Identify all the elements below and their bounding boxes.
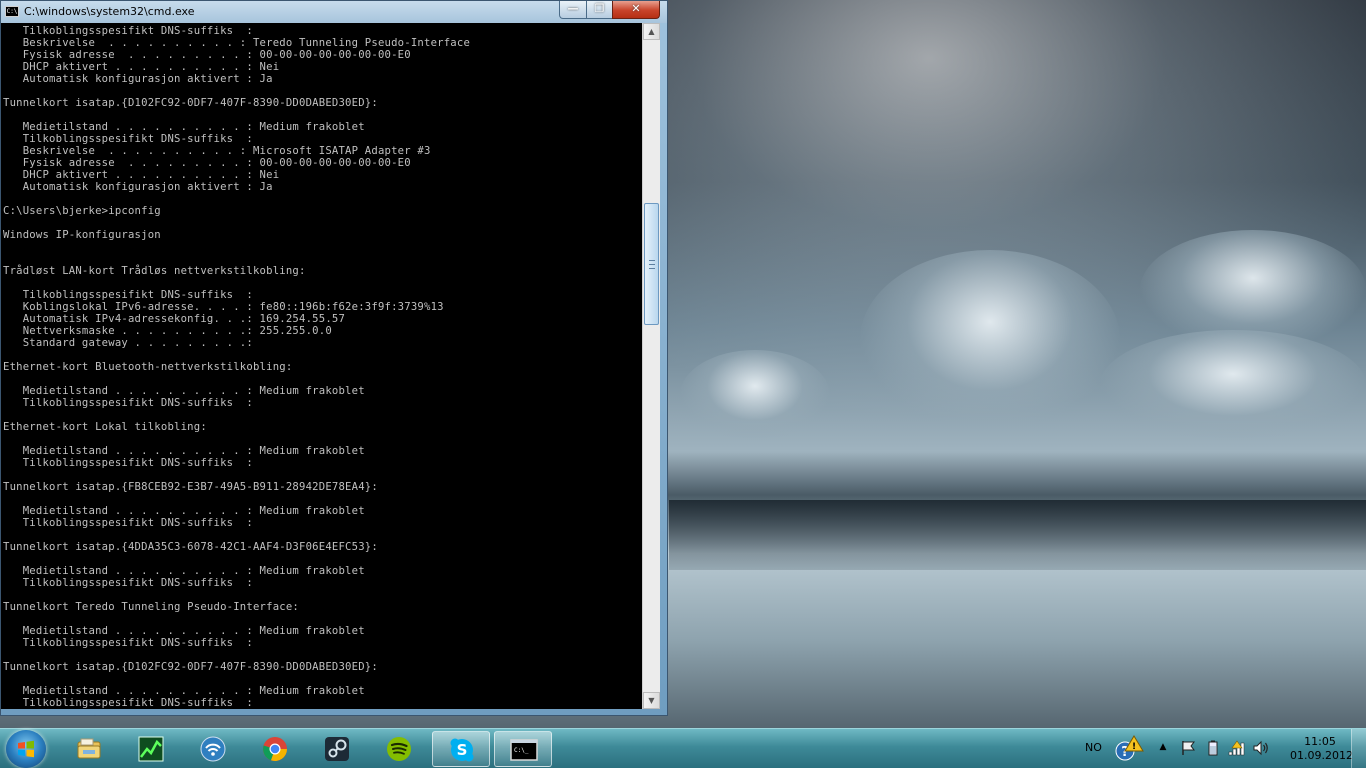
taskbar: S C:\_ NO ? ! ▲ 11:05 01.09.2012 [0, 728, 1366, 768]
scroll-thumb[interactable] [644, 203, 659, 325]
close-button[interactable]: ✕ [612, 1, 660, 19]
network-monitor-icon [200, 736, 226, 762]
wifi-signal-icon[interactable] [1228, 739, 1246, 757]
clock-date: 01.09.2012 [1290, 749, 1353, 762]
wallpaper-sea [669, 500, 1366, 570]
cmd-app-icon[interactable]: C:\ [5, 6, 19, 17]
input-language-indicator[interactable]: NO [1085, 741, 1102, 754]
console-output[interactable]: Tilkoblingsspesifikt DNS-suffiks : Beskr… [1, 23, 642, 709]
arrow-up-icon: ▲ [648, 27, 655, 36]
maximize-button[interactable]: ❐ [586, 1, 613, 19]
arrow-down-icon: ▼ [648, 696, 655, 705]
cmd-icon-text: C:\_ [514, 747, 529, 754]
battery-icon[interactable] [1204, 739, 1222, 757]
steam-icon [325, 737, 349, 761]
windows-explorer-icon [77, 738, 101, 759]
taskbar-task-manager[interactable] [122, 731, 180, 767]
cmd-window[interactable]: C:\ C:\windows\system32\cmd.exe — ❐ ✕ Ti… [0, 0, 668, 716]
window-title: C:\windows\system32\cmd.exe [24, 5, 195, 18]
minimize-button[interactable]: — [559, 1, 587, 19]
flag-icon[interactable] [1180, 739, 1198, 757]
clock-time: 11:05 [1304, 735, 1336, 748]
show-desktop-button[interactable] [1351, 729, 1366, 768]
title-bar[interactable]: C:\ C:\windows\system32\cmd.exe — ❐ ✕ [1, 1, 667, 23]
taskbar-skype[interactable]: S [432, 731, 490, 767]
grip-icon [649, 260, 655, 269]
google-chrome-icon [263, 737, 287, 761]
volume-icon[interactable] [1252, 739, 1270, 757]
svg-text:!: ! [1132, 742, 1136, 752]
wallpaper-cloud [1100, 330, 1366, 440]
close-icon: ✕ [631, 2, 641, 15]
command-prompt-icon: C:\_ [510, 739, 538, 761]
taskbar-chrome[interactable] [246, 731, 304, 767]
vertical-scrollbar[interactable]: ▲ ▼ [642, 23, 660, 709]
taskbar-spotify[interactable] [370, 731, 428, 767]
spotify-icon [387, 737, 411, 761]
wallpaper-cloud [680, 350, 830, 440]
taskbar-steam[interactable] [308, 731, 366, 767]
svg-text:S: S [457, 741, 468, 759]
system-clock[interactable]: 11:05 01.09.2012 [1290, 735, 1353, 763]
scroll-down-button[interactable]: ▼ [643, 692, 660, 709]
skype-icon: S [450, 738, 474, 762]
taskbar-explorer[interactable] [60, 731, 118, 767]
taskbar-command-prompt[interactable]: C:\_ [494, 731, 552, 767]
task-manager-icon [138, 736, 164, 762]
show-hidden-icons-icon[interactable]: ▲ [1157, 742, 1169, 754]
windows-logo-icon [18, 740, 34, 758]
wallpaper-cloud [860, 250, 1120, 430]
start-button[interactable] [6, 730, 46, 768]
scroll-up-button[interactable]: ▲ [643, 23, 660, 40]
console-text: Tilkoblingsspesifikt DNS-suffiks : Beskr… [3, 25, 471, 709]
restore-icon: ❐ [594, 2, 605, 15]
minimize-icon: — [567, 2, 579, 15]
taskbar-network-monitor[interactable] [184, 731, 242, 767]
action-center-icon[interactable]: ? ! [1114, 735, 1144, 763]
